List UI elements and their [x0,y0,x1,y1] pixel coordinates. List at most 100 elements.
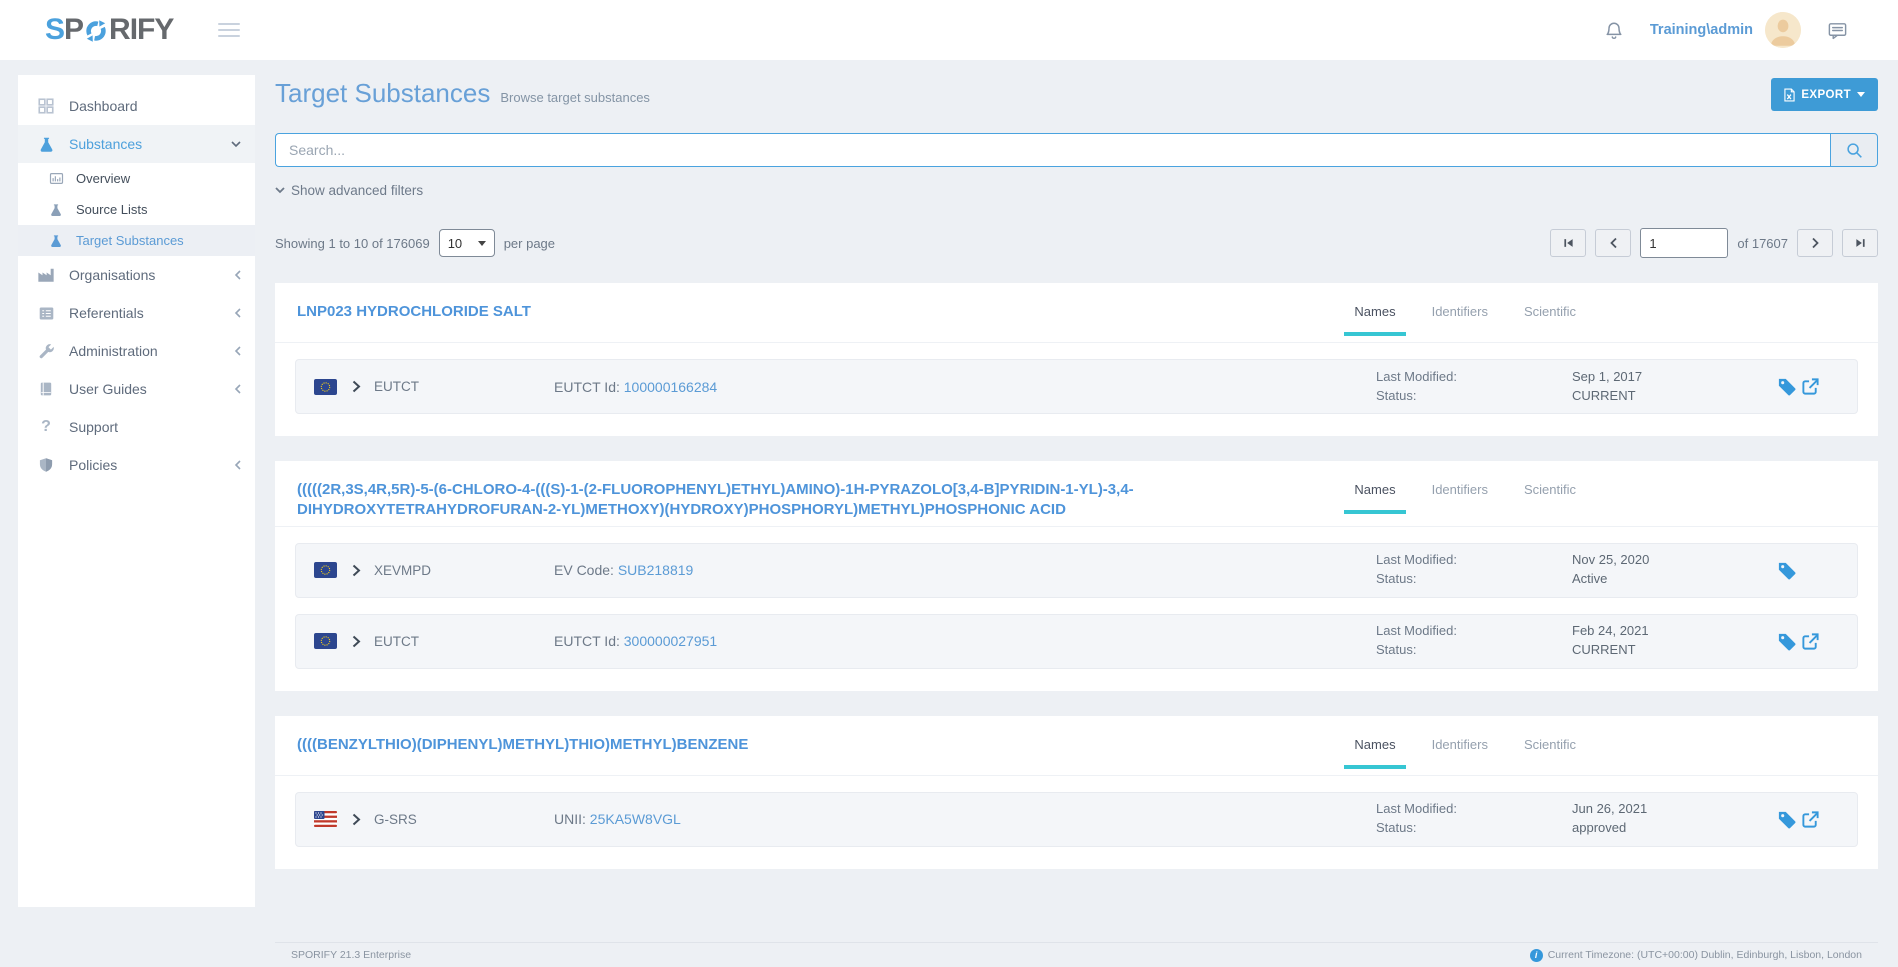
chevron-right-icon[interactable] [352,813,361,826]
chevron-left-icon [234,346,241,356]
identifier-link[interactable]: SUB218819 [618,562,694,578]
tab-identifiers[interactable]: Identifiers [1422,735,1498,769]
identifier-link[interactable]: 300000027951 [624,633,717,649]
search-button[interactable] [1830,133,1878,167]
info-icon: i [1530,949,1543,962]
sidebar-item-policies[interactable]: Policies [18,446,255,484]
per-page-select[interactable]: 10 [439,229,495,257]
top-bar: SP RIFY Training\admin [0,0,1898,60]
export-button[interactable]: EXPORT [1771,78,1878,111]
sidebar-item-label: Administration [69,343,158,359]
source-row: EUTCT EUTCT Id: 300000027951 Last Modifi… [295,614,1858,669]
substance-card: (((((2R,3S,4R,5R)-5-(6-CHLORO-4-(((S)-1-… [275,461,1878,691]
status-value: CURRENT [1572,387,1777,406]
sidebar-item-label: User Guides [69,381,147,397]
show-advanced-filters-toggle[interactable]: Show advanced filters [275,183,1878,198]
tag-icon[interactable] [1777,810,1796,829]
last-modified-label: Last Modified: [1376,551,1572,570]
status-label: Status: [1376,387,1572,406]
hamburger-menu-icon[interactable] [218,23,240,37]
sidebar: Dashboard Substances Overview [18,75,255,907]
avatar[interactable] [1765,12,1801,48]
eu-flag-icon [314,562,337,578]
bar-chart-icon [48,171,64,186]
showing-summary: Showing 1 to 10 of 176069 [275,236,430,251]
status-value: Active [1572,570,1777,589]
question-mark-icon: ? [36,419,56,435]
card-tabs: Names Identifiers Scientific [1344,480,1586,514]
sidebar-item-label: Policies [69,457,117,473]
external-link-icon[interactable] [1801,632,1820,651]
tab-names[interactable]: Names [1344,480,1405,514]
page-count-label: of 17607 [1737,236,1788,251]
next-page-button[interactable] [1797,229,1833,257]
first-page-button[interactable] [1550,229,1586,257]
status-label: Status: [1376,570,1572,589]
sidebar-item-label: Support [69,419,118,435]
last-page-button[interactable] [1842,229,1878,257]
chevron-down-icon [275,187,285,194]
substance-title[interactable]: ((((BENZYLTHIO)(DIPHENYL)METHYL)THIO)MET… [295,735,748,755]
substance-title[interactable]: (((((2R,3S,4R,5R)-5-(6-CHLORO-4-(((S)-1-… [295,480,1310,520]
user-menu[interactable]: Training\admin [1650,22,1753,38]
list-icon [36,305,56,322]
identifier-link[interactable]: 100000166284 [624,379,717,395]
flask-icon [36,136,56,153]
chevron-right-icon[interactable] [352,635,361,648]
tag-icon[interactable] [1777,632,1796,651]
tag-icon[interactable] [1777,561,1796,580]
search-input[interactable] [275,133,1830,167]
status-label: Status: [1376,641,1572,660]
logo-letter-p: P [64,13,83,47]
source-row: G-SRS UNII: 25KA5W8VGL Last Modified: St… [295,792,1858,847]
sidebar-item-administration[interactable]: Administration [18,332,255,370]
tab-identifiers[interactable]: Identifiers [1422,302,1498,336]
source-name: XEVMPD [374,563,431,578]
external-link-icon[interactable] [1801,810,1820,829]
last-page-icon [1854,237,1867,249]
chevron-right-icon[interactable] [352,564,361,577]
tag-icon[interactable] [1777,377,1796,396]
source-row: EUTCT EUTCT Id: 100000166284 Last Modifi… [295,359,1858,414]
chat-icon[interactable] [1827,20,1848,41]
chevron-right-icon [1811,237,1820,249]
tab-names[interactable]: Names [1344,302,1405,336]
sporify-logo[interactable]: SP RIFY [45,13,173,47]
substance-title[interactable]: LNP023 HYDROCHLORIDE SALT [295,302,531,322]
sidebar-item-target-substances[interactable]: Target Substances [18,225,255,256]
sidebar-item-support[interactable]: ? Support [18,408,255,446]
caret-down-icon [1857,92,1865,97]
identifier-label: EUTCT Id: [554,633,620,649]
sidebar-item-overview[interactable]: Overview [18,163,255,194]
first-page-icon [1562,237,1575,249]
notifications-bell-icon[interactable] [1604,20,1624,41]
identifier-label: UNII: [554,811,586,827]
tab-identifiers[interactable]: Identifiers [1422,480,1498,514]
per-page-label: per page [504,236,555,251]
last-modified-value: Sep 1, 2017 [1572,368,1777,387]
tab-scientific[interactable]: Scientific [1514,735,1586,769]
previous-page-button[interactable] [1595,229,1631,257]
sidebar-item-label: Organisations [69,267,155,283]
sidebar-item-dashboard[interactable]: Dashboard [18,87,255,125]
tab-scientific[interactable]: Scientific [1514,302,1586,336]
page-number-input[interactable] [1640,228,1728,258]
sidebar-item-label: Substances [69,136,142,152]
card-tabs: Names Identifiers Scientific [1344,735,1586,769]
identifier-link[interactable]: 25KA5W8VGL [590,811,681,827]
source-name: G-SRS [374,812,417,827]
sidebar-item-organisations[interactable]: Organisations [18,256,255,294]
chevron-right-icon[interactable] [352,380,361,393]
external-link-icon[interactable] [1801,377,1820,396]
sidebar-item-referentials[interactable]: Referentials [18,294,255,332]
sidebar-item-user-guides[interactable]: User Guides [18,370,255,408]
tab-names[interactable]: Names [1344,735,1405,769]
substance-card: LNP023 HYDROCHLORIDE SALT Names Identifi… [275,283,1878,436]
last-modified-value: Nov 25, 2020 [1572,551,1777,570]
sidebar-item-source-lists[interactable]: Source Lists [18,194,255,225]
eu-flag-icon [314,379,337,395]
tab-scientific[interactable]: Scientific [1514,480,1586,514]
chevron-left-icon [234,308,241,318]
sidebar-item-substances[interactable]: Substances [18,125,255,163]
chevron-down-icon [231,141,241,148]
